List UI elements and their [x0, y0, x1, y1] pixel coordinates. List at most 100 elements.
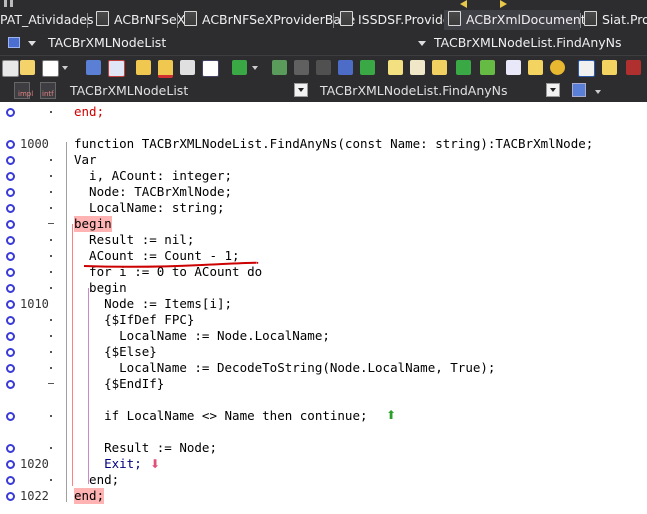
code-line[interactable]: LocalName := Node.LocalName; — [0, 328, 647, 344]
breakpoint-marker-icon[interactable] — [6, 188, 15, 197]
tab-siat-provider[interactable]: Siat.Provi — [580, 10, 647, 30]
code-line[interactable] — [0, 392, 647, 408]
code-line[interactable]: Var — [0, 152, 647, 168]
chevron-down-icon[interactable] — [62, 66, 68, 70]
list-icon[interactable] — [572, 83, 586, 97]
add-file-icon[interactable] — [136, 60, 151, 75]
breakpoint-marker-icon[interactable] — [6, 300, 15, 309]
close-icon[interactable] — [108, 60, 125, 77]
breakpoint-marker-icon[interactable] — [6, 252, 15, 261]
code-line[interactable]: Result := nil; — [0, 232, 647, 248]
breadcrumb-class[interactable]: TACBrXMLNodeList — [48, 35, 166, 50]
chevron-down-icon[interactable] — [418, 41, 426, 46]
breakpoint-marker-icon[interactable] — [6, 460, 15, 469]
breakpoint-marker-icon[interactable] — [6, 412, 15, 421]
new-icon[interactable] — [2, 60, 19, 77]
arrow-left-icon[interactable] — [460, 0, 467, 8]
arrow-right-icon[interactable] — [500, 0, 507, 8]
jump-down-arrow-icon[interactable]: ⬇ — [150, 457, 160, 471]
annotation-underline — [83, 261, 259, 268]
breakpoint-marker-icon[interactable] — [6, 316, 15, 325]
tab-issdsf-provider[interactable]: ISSDSF.Provider — [336, 10, 460, 30]
remove-file-icon[interactable] — [158, 60, 173, 78]
breakpoint-marker-icon[interactable] — [6, 492, 15, 501]
chevron-down-icon[interactable] — [252, 66, 258, 70]
breakpoint-marker-icon[interactable] — [6, 476, 15, 485]
breakpoint-marker-icon[interactable] — [6, 204, 15, 213]
code-editor[interactable]: end; 1000 function TACBrXMLNodeList.FindAn… — [0, 102, 647, 514]
new-item-icon[interactable] — [42, 60, 59, 77]
watch-icon[interactable] — [388, 60, 403, 75]
breakpoint-marker-icon[interactable] — [6, 332, 15, 341]
breakpoint-marker-icon[interactable] — [6, 156, 15, 165]
bookmark-icon[interactable] — [432, 60, 447, 75]
code-line[interactable]: i, ACount: integer; — [0, 168, 647, 184]
breakpoint-marker-icon[interactable] — [6, 364, 15, 373]
code-line[interactable]: {$Else} — [0, 344, 647, 360]
breakpoint-marker-icon[interactable] — [6, 108, 15, 117]
tab-separator — [333, 13, 334, 28]
pause-icon[interactable] — [294, 60, 309, 75]
breakpoint-marker-icon[interactable] — [6, 284, 15, 293]
breakpoint-marker-icon[interactable] — [6, 140, 15, 149]
code-line[interactable]: end; — [0, 104, 647, 120]
class-combo-dropdown-button[interactable] — [294, 83, 308, 97]
trace-into-icon[interactable] — [360, 60, 375, 75]
breakpoint-marker-icon[interactable] — [6, 172, 15, 181]
line-dot-marker — [50, 255, 52, 257]
save-icon[interactable] — [86, 60, 101, 75]
breakpoint-marker-icon[interactable] — [6, 444, 15, 453]
code-line[interactable]: LocalName := DecodeToString(Node.LocalNa… — [0, 360, 647, 376]
tab-acbrnfsex[interactable]: ACBrNFSeX — [92, 10, 189, 30]
breakpoint-marker-icon[interactable] — [6, 220, 15, 229]
tab-pat-atividades[interactable]: PAT_Atividades — [0, 10, 98, 30]
options-icon[interactable] — [180, 60, 195, 75]
edit-icon[interactable] — [410, 60, 425, 75]
code-line[interactable]: 1022 end; — [0, 488, 647, 504]
method-combo-dropdown-button[interactable] — [546, 83, 560, 97]
settings-icon[interactable] — [626, 60, 641, 75]
breakpoint-marker-icon[interactable] — [6, 268, 15, 277]
code-line[interactable]: Node: TACBrXmlNode; — [0, 184, 647, 200]
folder-icon[interactable] — [528, 60, 543, 75]
component-icon[interactable] — [506, 60, 521, 75]
code-line[interactable]: 1020 Exit; ⬇ — [0, 456, 647, 472]
build-icon[interactable] — [202, 60, 219, 77]
breadcrumb-method[interactable]: TACBrXMLNodeList.FindAnyNs — [434, 35, 622, 50]
line-number: 1000 — [20, 137, 49, 151]
dollar-icon[interactable] — [456, 60, 471, 75]
pause-icon[interactable] — [4, 0, 7, 7]
step-over-icon[interactable] — [338, 60, 353, 75]
tab-acbrxmldocument[interactable]: ACBrXmlDocument — [444, 10, 586, 30]
refresh-icon[interactable] — [480, 60, 495, 75]
code-line[interactable]: Result := Node; — [0, 440, 647, 456]
code-line[interactable]: 1000 function TACBrXMLNodeList.FindAnyNs(… — [0, 136, 647, 152]
code-line[interactable]: LocalName: string; — [0, 200, 647, 216]
code-line[interactable] — [0, 120, 647, 136]
breakpoint-marker-icon[interactable] — [6, 348, 15, 357]
breakpoint-marker-icon[interactable] — [6, 236, 15, 245]
stop-icon[interactable] — [316, 60, 331, 75]
code-line[interactable]: if LocalName <> Name then continue; ⬆ — [0, 408, 647, 424]
chevron-down-icon[interactable] — [595, 90, 601, 94]
file-icon — [340, 11, 353, 26]
info-icon[interactable] — [602, 60, 617, 75]
breakpoint-marker-icon[interactable] — [6, 380, 15, 389]
run-without-debug-icon[interactable] — [272, 60, 287, 75]
code-line[interactable]: begin — [0, 216, 647, 232]
run-icon[interactable] — [232, 60, 247, 75]
gear-icon[interactable] — [550, 60, 565, 75]
code-line[interactable]: {$EndIf} — [0, 376, 647, 392]
code-line[interactable]: end; — [0, 472, 647, 488]
chevron-down-icon[interactable] — [28, 41, 36, 46]
open-icon[interactable] — [20, 60, 35, 75]
method-combo[interactable]: TACBrXMLNodeList.FindAnyNs — [320, 83, 508, 98]
code-line[interactable] — [0, 424, 647, 440]
code-line[interactable]: {$IfDef FPC} — [0, 312, 647, 328]
class-combo[interactable]: TACBrXMLNodeList — [70, 83, 188, 98]
jump-up-arrow-icon[interactable]: ⬆ — [386, 408, 396, 422]
tab-separator — [177, 13, 178, 28]
help-icon[interactable] — [578, 60, 595, 77]
code-line[interactable]: begin — [0, 280, 647, 296]
code-line[interactable]: 1010 Node := Items[i]; — [0, 296, 647, 312]
